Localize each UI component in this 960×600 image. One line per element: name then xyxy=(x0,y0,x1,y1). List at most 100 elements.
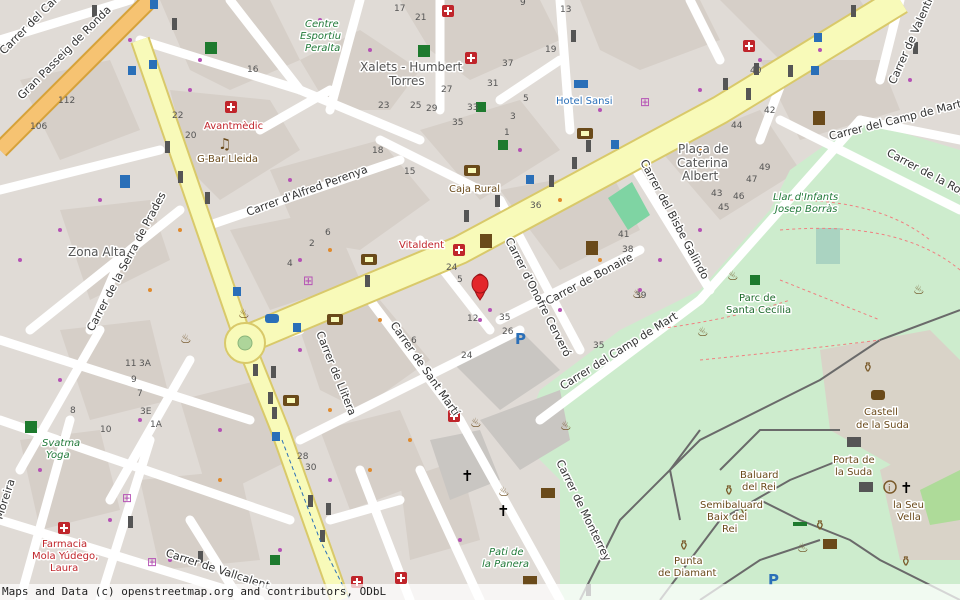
car-icon[interactable] xyxy=(265,314,279,323)
place-label-xalets: Xalets - Humbert xyxy=(360,60,462,74)
cafe-icon[interactable]: ♨ xyxy=(498,485,510,500)
bus-stop-icon[interactable] xyxy=(814,33,822,42)
svg-text:26: 26 xyxy=(502,327,514,337)
poi-label-semibaluard: Semibaluard xyxy=(700,500,763,511)
cart-icon[interactable]: ⊞ xyxy=(640,95,650,109)
svg-text:17: 17 xyxy=(394,4,405,14)
svg-text:♨: ♨ xyxy=(238,307,250,322)
svg-text:♨: ♨ xyxy=(913,283,925,298)
svg-text:18: 18 xyxy=(372,146,384,156)
picnic-icon[interactable] xyxy=(793,522,807,526)
vase-icon[interactable]: ⚱ xyxy=(814,518,826,534)
leisure-icon[interactable] xyxy=(586,241,598,255)
cafe-icon[interactable]: ♨ xyxy=(470,416,482,431)
svg-text:27: 27 xyxy=(441,85,452,95)
svg-text:9: 9 xyxy=(131,375,137,385)
svg-text:37: 37 xyxy=(502,59,513,69)
vase-icon[interactable]: ⚱ xyxy=(723,483,735,499)
svg-text:38: 38 xyxy=(622,245,634,255)
fuel-icon[interactable] xyxy=(120,175,130,188)
leisure-icon[interactable] xyxy=(813,111,825,125)
pharmacy-icon[interactable] xyxy=(743,40,755,52)
cafe-icon[interactable]: ♨ xyxy=(797,541,809,556)
poi-label-farmacia-3: Laura xyxy=(50,563,78,574)
sports-icon[interactable] xyxy=(418,45,430,57)
dance-icon[interactable] xyxy=(541,488,555,498)
pharmacy-icon[interactable] xyxy=(453,244,465,256)
bank-icon[interactable] xyxy=(464,165,480,176)
playground-icon[interactable] xyxy=(270,555,280,565)
sports-icon[interactable] xyxy=(205,42,217,54)
svg-text:3E: 3E xyxy=(140,407,152,417)
svg-text:⊞: ⊞ xyxy=(303,274,314,289)
bank-icon[interactable] xyxy=(577,128,593,139)
bank-icon[interactable] xyxy=(361,254,377,265)
bus-stop-icon[interactable] xyxy=(293,323,301,332)
cart-icon[interactable]: ⊞ xyxy=(122,491,132,505)
poi-label-llar-infants-2: Josep Borràs xyxy=(773,203,838,215)
svg-text:29: 29 xyxy=(426,104,438,114)
bus-stop-icon[interactable] xyxy=(233,287,241,296)
place-label-placa-caterina-3: Albert xyxy=(682,169,718,183)
playground-icon[interactable] xyxy=(498,140,508,150)
bank-icon[interactable] xyxy=(283,395,299,406)
cart-icon[interactable]: ⊞ xyxy=(303,274,314,289)
theatre-icon[interactable] xyxy=(480,234,492,248)
vase-icon[interactable]: ⚱ xyxy=(862,360,874,376)
pharmacy-icon[interactable] xyxy=(58,522,70,534)
cafe-icon[interactable]: ♨ xyxy=(180,332,192,347)
svg-text:12: 12 xyxy=(467,314,478,324)
pharmacy-icon[interactable] xyxy=(442,5,454,17)
bus-stop-icon[interactable] xyxy=(128,66,136,75)
poi-label-semibaluard-2: Baix del xyxy=(707,512,747,523)
castle-icon[interactable] xyxy=(847,437,861,447)
cafe-icon[interactable]: ♨ xyxy=(697,325,709,340)
castle-icon[interactable] xyxy=(859,482,873,492)
castle-icon[interactable] xyxy=(823,539,837,549)
vase-icon[interactable]: ⚱ xyxy=(900,554,912,570)
roundabout-center xyxy=(237,335,253,351)
svg-text:24: 24 xyxy=(461,351,473,361)
playground-icon[interactable] xyxy=(750,275,760,285)
svg-text:♨: ♨ xyxy=(560,419,572,434)
svg-text:41: 41 xyxy=(618,230,629,240)
svg-text:3: 3 xyxy=(510,112,516,122)
poi-label-caja-rural: Caja Rural xyxy=(449,184,500,195)
poi-label-farmacia: Farmacia xyxy=(42,539,87,550)
bus-stop-icon[interactable] xyxy=(526,175,534,184)
pharmacy-icon[interactable] xyxy=(465,52,477,64)
church-icon[interactable]: ✝ xyxy=(900,479,913,497)
vase-icon[interactable]: ⚱ xyxy=(678,538,690,554)
svg-text:⚱: ⚱ xyxy=(862,360,874,376)
svg-text:24: 24 xyxy=(446,263,458,273)
bus-stop-icon[interactable] xyxy=(150,0,158,9)
map-view[interactable]: ♫ ⊞ ⊞ ⊞ ⊞ ♨ ♨ ♨ ♨ ♨ ♨ ♨ ♨ ♨ ♨ ⚱ ⚱ ⚱ ⚱ ⚱ … xyxy=(0,0,960,600)
cafe-icon[interactable]: ♨ xyxy=(727,269,739,284)
binoculars-icon[interactable] xyxy=(871,390,885,400)
church-icon[interactable]: ✝ xyxy=(461,467,474,485)
bank-icon[interactable] xyxy=(327,314,343,325)
pharmacy-icon[interactable] xyxy=(395,572,407,584)
sports-icon[interactable] xyxy=(25,421,37,433)
svg-text:20: 20 xyxy=(185,131,197,141)
parking-icon[interactable]: P xyxy=(515,330,526,348)
pharmacy-icon[interactable] xyxy=(225,101,237,113)
bus-stop-icon[interactable] xyxy=(811,66,819,75)
svg-text:✝: ✝ xyxy=(497,502,510,520)
svg-text:✝: ✝ xyxy=(461,467,474,485)
hotel-icon[interactable] xyxy=(574,80,588,88)
svg-text:43: 43 xyxy=(711,189,722,199)
cafe-icon[interactable]: ♨ xyxy=(238,307,250,322)
bus-stop-icon[interactable] xyxy=(149,60,157,69)
poi-label-seu-vella-2: Vella xyxy=(897,512,921,523)
music-icon[interactable]: ♫ xyxy=(218,135,231,153)
cafe-icon[interactable]: ♨ xyxy=(913,283,925,298)
cafe-icon[interactable]: ♨ xyxy=(560,419,572,434)
poi-label-parc-cecilia-2: Santa Cecília xyxy=(726,304,791,316)
svg-text:10: 10 xyxy=(100,425,112,435)
bus-stop-icon[interactable] xyxy=(272,432,280,441)
church-icon[interactable]: ✝ xyxy=(497,502,510,520)
bus-stop-icon[interactable] xyxy=(611,140,619,149)
svg-text:42: 42 xyxy=(764,106,775,116)
cart-icon[interactable]: ⊞ xyxy=(147,555,157,569)
